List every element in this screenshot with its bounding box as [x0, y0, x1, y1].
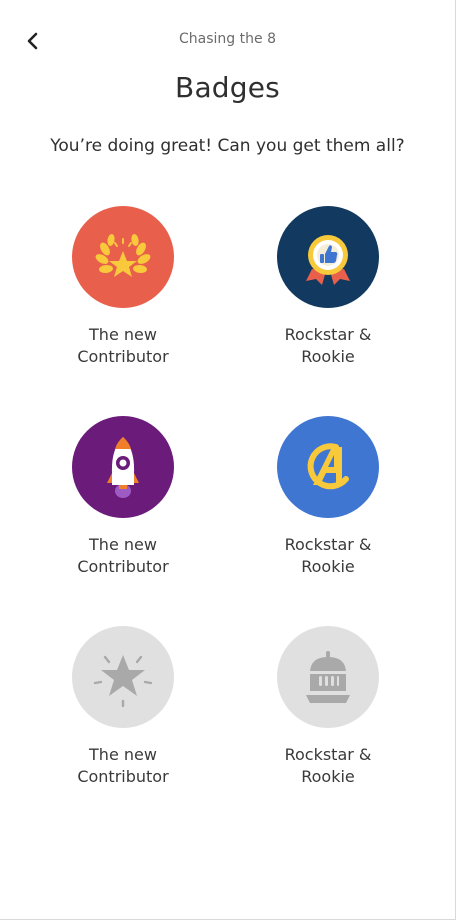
badge-card[interactable]: The new Contributor	[33, 626, 213, 788]
badge-label-line1: The new	[89, 325, 157, 344]
page-title: Badges	[175, 71, 280, 104]
page-subtitle: You’re doing great! Can you get them all…	[50, 136, 405, 156]
badge-label-line1: The new	[89, 745, 157, 764]
knight-helmet-icon	[306, 651, 350, 703]
badges-screen: Chasing the 8 Badges You’re doing great!…	[0, 0, 456, 920]
badge-label-line2: Contributor	[77, 557, 169, 576]
badge-circle	[72, 626, 174, 728]
badge-card[interactable]: Rockstar & Rookie	[238, 626, 418, 788]
badge-label: The new Contributor	[33, 744, 213, 788]
badge-circle	[72, 416, 174, 518]
badge-circle	[277, 626, 379, 728]
badge-label: The new Contributor	[33, 324, 213, 368]
badge-label: Rockstar & Rookie	[238, 324, 418, 368]
badge-label: The new Contributor	[33, 534, 213, 578]
badge-card[interactable]: The new Contributor	[33, 206, 213, 368]
badge-card[interactable]: The new Contributor	[33, 416, 213, 578]
badge-label-line1: The new	[89, 535, 157, 554]
thumbs-up-medal-icon	[306, 235, 350, 285]
badge-label-line2: Contributor	[77, 347, 169, 366]
badge-card[interactable]: Rockstar & Rookie	[238, 206, 418, 368]
badge-label-line1: Rockstar &	[284, 535, 372, 554]
badge-label-line2: Contributor	[77, 767, 169, 786]
badge-label-line1: Rockstar &	[284, 325, 372, 344]
badge-circle	[277, 206, 379, 308]
badge-label-line2: Rookie	[301, 347, 355, 366]
badge-circle	[277, 416, 379, 518]
badge-label: Rockstar & Rookie	[238, 744, 418, 788]
badge-label-line2: Rookie	[301, 767, 355, 786]
badge-circle	[72, 206, 174, 308]
avengers-logo-icon	[307, 443, 349, 490]
badge-card[interactable]: Rockstar & Rookie	[238, 416, 418, 578]
star-burst-icon	[93, 655, 153, 708]
badge-label-line1: Rockstar &	[284, 745, 372, 764]
badge-label: Rockstar & Rookie	[238, 534, 418, 578]
rocket-icon	[107, 437, 139, 498]
laurel-star-icon	[95, 234, 151, 277]
badge-label-line2: Rookie	[301, 557, 355, 576]
header-title: Chasing the 8	[179, 31, 276, 47]
